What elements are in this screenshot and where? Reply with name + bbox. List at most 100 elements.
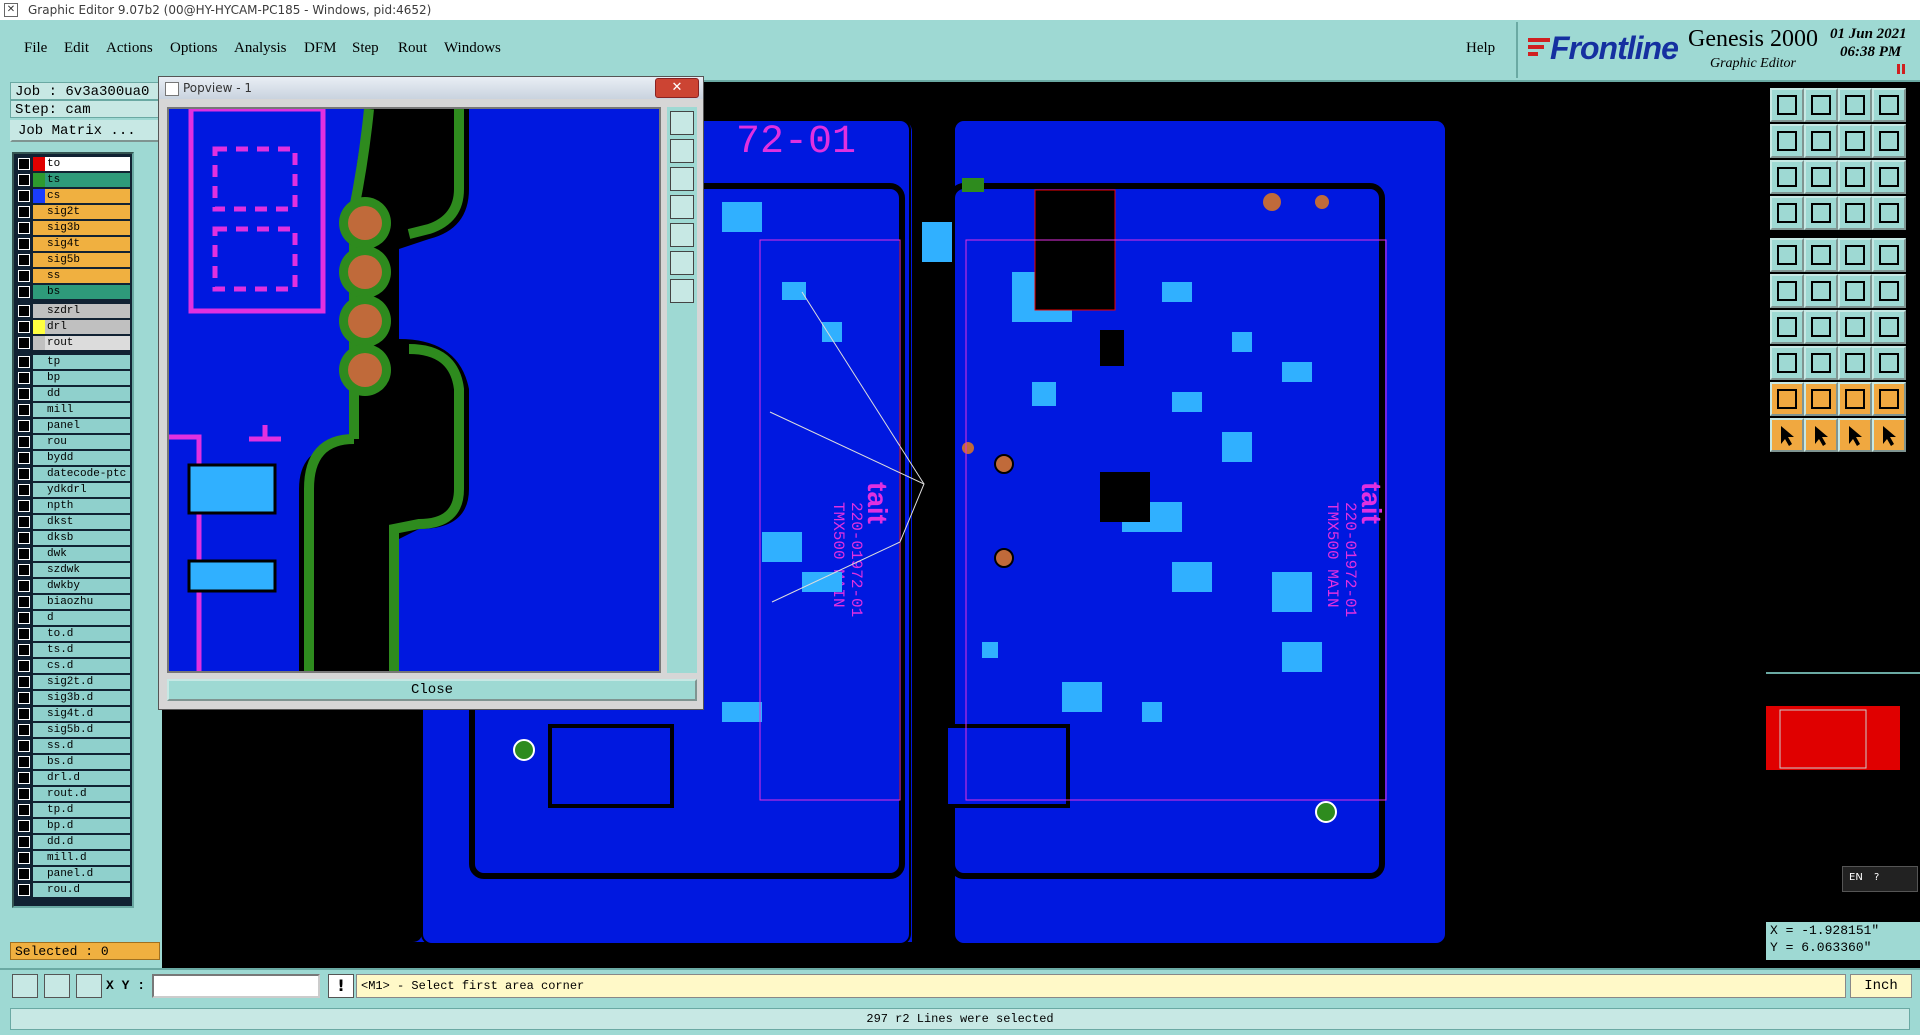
layer-row[interactable]: ts xyxy=(16,172,130,188)
layer-row[interactable]: dwk xyxy=(16,546,130,562)
layer-color-swatch[interactable] xyxy=(33,355,45,369)
layer-name[interactable]: dksb xyxy=(45,531,130,545)
fit-width-tool-button[interactable] xyxy=(1804,160,1838,194)
layer-name[interactable]: rou.d xyxy=(45,883,130,897)
layer-row[interactable]: tp.d xyxy=(16,802,130,818)
layer-checkbox[interactable] xyxy=(18,270,30,282)
layer-color-swatch[interactable] xyxy=(33,237,45,251)
layer-checkbox[interactable] xyxy=(18,660,30,672)
layer-row[interactable]: rou xyxy=(16,434,130,450)
layer-checkbox[interactable] xyxy=(18,708,30,720)
layer-color-swatch[interactable] xyxy=(33,691,45,705)
layer-name[interactable]: rout.d xyxy=(45,787,130,801)
triangle-3-tool-button[interactable] xyxy=(1838,382,1872,416)
layer-color-swatch[interactable] xyxy=(33,320,45,334)
job-matrix-button[interactable]: Job Matrix ... xyxy=(10,120,160,142)
layer-name[interactable]: rou xyxy=(45,435,130,449)
layer-row[interactable]: dd.d xyxy=(16,834,130,850)
layer-name[interactable]: bydd xyxy=(45,451,130,465)
layer-checkbox[interactable] xyxy=(18,452,30,464)
snap-grid-tool-button[interactable] xyxy=(1804,196,1838,230)
layer-name[interactable]: szdwk xyxy=(45,563,130,577)
layer-row[interactable]: panel xyxy=(16,418,130,434)
layer-row[interactable]: dkst xyxy=(16,514,130,530)
layer-name[interactable]: d xyxy=(45,611,130,625)
layer-color-swatch[interactable] xyxy=(33,675,45,689)
popview-close-x-button[interactable]: ✕ xyxy=(655,78,699,98)
layer-row[interactable]: tp xyxy=(16,354,130,370)
layer-checkbox[interactable] xyxy=(18,868,30,880)
layer-checkbox[interactable] xyxy=(18,532,30,544)
layer-row[interactable]: rout.d xyxy=(16,786,130,802)
flag-tool-button[interactable] xyxy=(1872,274,1906,308)
measure-icon[interactable] xyxy=(44,974,70,998)
layer-color-swatch[interactable] xyxy=(33,643,45,657)
layer-color-swatch[interactable] xyxy=(33,419,45,433)
graphic-canvas[interactable]: 72-01 tait tait 220-01972-01 220-01972-0… xyxy=(158,76,1766,968)
layer-name[interactable]: sig5b.d xyxy=(45,723,130,737)
pointer-2-tool-button[interactable] xyxy=(1804,418,1838,452)
layer-row[interactable]: sig4t xyxy=(16,236,130,252)
layer-color-swatch[interactable] xyxy=(33,787,45,801)
layer-row[interactable]: bs.d xyxy=(16,754,130,770)
layer-color-swatch[interactable] xyxy=(33,867,45,881)
layer-color-swatch[interactable] xyxy=(33,883,45,897)
layer-color-swatch[interactable] xyxy=(33,269,45,283)
menu-dfm[interactable]: DFM xyxy=(304,40,337,57)
panel-tool-button[interactable] xyxy=(1872,124,1906,158)
popview-close-button[interactable]: Close xyxy=(167,679,697,701)
layer-name[interactable]: bp.d xyxy=(45,819,130,833)
layer-color-swatch[interactable] xyxy=(33,611,45,625)
layer-name[interactable]: dd.d xyxy=(45,835,130,849)
layer-name[interactable]: sig4t.d xyxy=(45,707,130,721)
layer-name[interactable]: panel.d xyxy=(45,867,130,881)
layer-color-swatch[interactable] xyxy=(33,285,45,299)
popview-fit-icon[interactable] xyxy=(670,251,694,275)
layer-name[interactable]: panel xyxy=(45,419,130,433)
layer-checkbox[interactable] xyxy=(18,484,30,496)
grid-view-tool-button[interactable] xyxy=(1872,160,1906,194)
layer-checkbox[interactable] xyxy=(18,158,30,170)
layer-checkbox[interactable] xyxy=(18,500,30,512)
layer-checkbox[interactable] xyxy=(18,580,30,592)
layer-checkbox[interactable] xyxy=(18,404,30,416)
layer-row[interactable]: sig5b xyxy=(16,252,130,268)
cross-tool-button[interactable] xyxy=(1804,274,1838,308)
layer-row[interactable]: d xyxy=(16,610,130,626)
layer-color-swatch[interactable] xyxy=(33,483,45,497)
pad-tool-button[interactable] xyxy=(1770,346,1804,380)
menu-options[interactable]: Options xyxy=(170,40,218,57)
popview-pan-down-icon[interactable] xyxy=(670,167,694,191)
layer-row[interactable]: sig3b.d xyxy=(16,690,130,706)
layer-color-swatch[interactable] xyxy=(33,595,45,609)
layer-color-swatch[interactable] xyxy=(33,253,45,267)
layer-checkbox[interactable] xyxy=(18,724,30,736)
layer-color-swatch[interactable] xyxy=(33,723,45,737)
layer-color-swatch[interactable] xyxy=(33,547,45,561)
layer-checkbox[interactable] xyxy=(18,372,30,384)
layer-row[interactable]: rou.d xyxy=(16,882,130,898)
layer-checkbox[interactable] xyxy=(18,852,30,864)
layer-row[interactable]: cs xyxy=(16,188,130,204)
triangle-4-tool-button[interactable] xyxy=(1872,382,1906,416)
grid-icon[interactable] xyxy=(76,974,102,998)
menu-windows[interactable]: Windows xyxy=(444,40,501,57)
layer-color-swatch[interactable] xyxy=(33,173,45,187)
layer-name[interactable]: to.d xyxy=(45,627,130,641)
layer-row[interactable]: dwkby xyxy=(16,578,130,594)
popview-zoom-in-icon[interactable] xyxy=(670,111,694,135)
layer-row[interactable]: sig3b xyxy=(16,220,130,236)
layer-name[interactable]: sig2t xyxy=(45,205,130,219)
layer-name[interactable]: dwkby xyxy=(45,579,130,593)
menu-rout[interactable]: Rout xyxy=(398,40,427,57)
layer-row[interactable]: ts.d xyxy=(16,642,130,658)
layer-checkbox[interactable] xyxy=(18,468,30,480)
layer-name[interactable]: sig3b.d xyxy=(45,691,130,705)
layer-color-swatch[interactable] xyxy=(33,563,45,577)
layer-color-swatch[interactable] xyxy=(33,403,45,417)
triangle-tool-button[interactable] xyxy=(1770,382,1804,416)
highlight-tool-button[interactable] xyxy=(1838,196,1872,230)
layer-name[interactable]: bp xyxy=(45,371,130,385)
layer-checkbox[interactable] xyxy=(18,692,30,704)
layer-color-swatch[interactable] xyxy=(33,627,45,641)
